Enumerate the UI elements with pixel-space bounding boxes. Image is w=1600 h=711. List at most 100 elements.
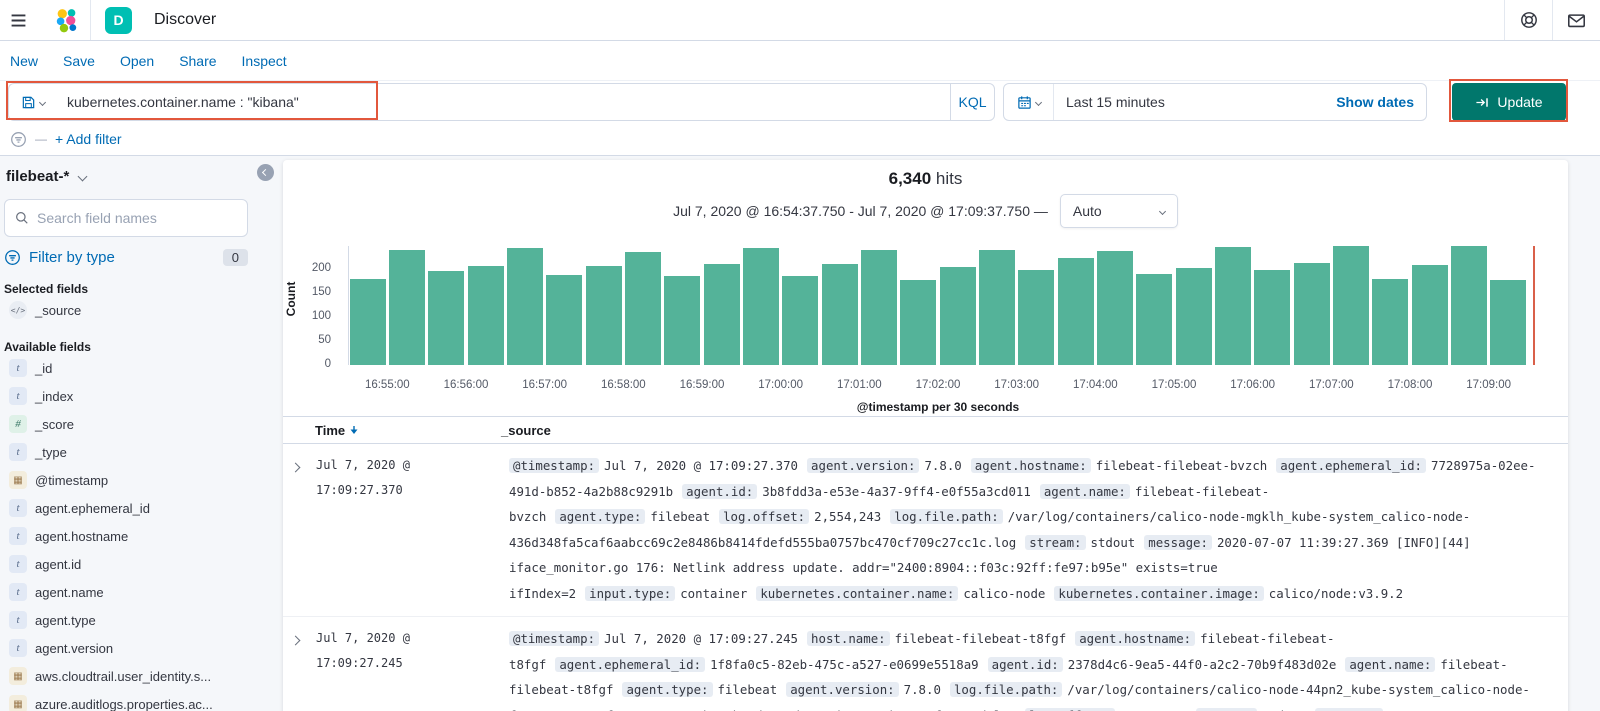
- field-list-item[interactable]: t agent.id: [4, 550, 248, 578]
- histogram-bar[interactable]: [1175, 268, 1212, 365]
- histogram-bar[interactable]: [1136, 273, 1173, 365]
- histogram-bar[interactable]: [1293, 263, 1330, 365]
- interval-select[interactable]: Auto: [1059, 194, 1178, 228]
- field-key-badge: agent.name:: [1345, 656, 1436, 672]
- date-quick-select-button[interactable]: [1004, 84, 1054, 120]
- histogram-bar[interactable]: [821, 264, 858, 365]
- field-key-badge: message:: [1144, 534, 1212, 550]
- menu-hamburger-icon[interactable]: [0, 12, 39, 29]
- update-button[interactable]: Update: [1452, 83, 1566, 121]
- histogram-bar[interactable]: [1490, 279, 1527, 365]
- histogram-bar[interactable]: [467, 265, 504, 365]
- field-search-input[interactable]: [37, 210, 237, 226]
- histogram-bar[interactable]: [703, 264, 740, 365]
- field-list-item[interactable]: ▦ aws.cloudtrail.user_identity.s...: [4, 662, 248, 690]
- histogram-bar[interactable]: [1411, 265, 1448, 365]
- index-pattern-selector[interactable]: filebeat-*: [4, 168, 248, 185]
- filter-icon[interactable]: [10, 131, 27, 148]
- field-name: agent.version: [35, 640, 114, 656]
- histogram-bar[interactable]: [585, 265, 622, 365]
- show-dates-link[interactable]: Show dates: [1336, 94, 1426, 110]
- histogram-bar[interactable]: [1096, 250, 1134, 365]
- field-key-badge: log.offset:: [1025, 707, 1116, 711]
- new-button[interactable]: New: [10, 53, 38, 69]
- histogram-bar[interactable]: [1332, 246, 1370, 365]
- date-picker-group: Last 15 minutes Show dates: [1003, 83, 1427, 121]
- expand-row-button[interactable]: [290, 626, 308, 711]
- date-field-icon: ▦: [9, 667, 27, 685]
- inspect-button[interactable]: Inspect: [242, 53, 287, 69]
- field-list-item[interactable]: t agent.ephemeral_id: [4, 494, 248, 522]
- divider: —: [35, 132, 47, 146]
- histogram-bar[interactable]: [664, 275, 701, 365]
- field-list-item[interactable]: t agent.name: [4, 578, 248, 606]
- query-language-kql-button[interactable]: KQL: [950, 84, 994, 120]
- field-value: container: [680, 585, 748, 601]
- histogram-bar[interactable]: [624, 252, 662, 365]
- histogram-bar[interactable]: [349, 278, 386, 365]
- field-value: filebeat: [717, 682, 778, 697]
- saved-query-menu-button[interactable]: [9, 84, 57, 120]
- histogram-bar[interactable]: [1450, 246, 1488, 365]
- field-list-item[interactable]: # _score: [4, 410, 248, 438]
- field-value: 2,554,243: [814, 509, 882, 524]
- field-name: _index: [35, 388, 74, 404]
- field-name: _type: [35, 444, 67, 460]
- field-key-badge: agent.version:: [786, 682, 899, 697]
- histogram-bar[interactable]: [860, 249, 898, 365]
- x-axis-tick-label: 17:01:00: [836, 379, 882, 391]
- histogram-bar[interactable]: [978, 249, 1016, 365]
- histogram-bar[interactable]: [782, 276, 819, 365]
- save-button[interactable]: Save: [63, 53, 95, 69]
- histogram-bar[interactable]: [1254, 270, 1291, 365]
- x-axis-title: @timestamp per 30 seconds: [856, 400, 1020, 414]
- newsfeed-button[interactable]: [1552, 0, 1600, 40]
- elastic-logo-icon[interactable]: [53, 7, 80, 34]
- discover-main-panel: 6,340 hits Jul 7, 2020 @ 16:54:37.750 - …: [283, 160, 1568, 711]
- time-range-value[interactable]: Last 15 minutes: [1054, 94, 1336, 110]
- discover-app-badge[interactable]: D: [105, 6, 132, 34]
- open-button[interactable]: Open: [120, 53, 154, 69]
- search-query-input[interactable]: [57, 84, 950, 120]
- expand-row-button[interactable]: [290, 453, 308, 606]
- histogram-bar[interactable]: [1372, 278, 1409, 365]
- add-filter-link[interactable]: + Add filter: [55, 131, 122, 147]
- histogram-bar[interactable]: [1057, 258, 1094, 365]
- share-button[interactable]: Share: [179, 53, 216, 69]
- floppy-save-icon: [22, 96, 35, 108]
- field-value: 2378d4c6-9ea5-44f0-a2c2-70b9f483d02e: [1067, 656, 1337, 672]
- field-list-item[interactable]: t _index: [4, 382, 248, 410]
- histogram-plot-area[interactable]: [348, 246, 1535, 365]
- field-list-item[interactable]: t agent.type: [4, 606, 248, 634]
- field-value: filebeat-filebeat-bvzch: [1095, 458, 1268, 473]
- histogram-bar[interactable]: [388, 249, 426, 365]
- time-column-header[interactable]: Time: [315, 423, 501, 438]
- field-key-badge: kubernetes.container.name:: [756, 585, 959, 601]
- help-button[interactable]: [1504, 0, 1552, 40]
- field-list-item[interactable]: ▦ azure.auditlogs.properties.ac...: [4, 690, 248, 711]
- field-list-item[interactable]: </> _source: [4, 296, 248, 324]
- field-key-badge: agent.id:: [987, 656, 1063, 672]
- collapse-sidebar-button[interactable]: [257, 164, 274, 181]
- field-key-badge: log.offset:: [719, 509, 810, 524]
- field-list-item[interactable]: t _id: [4, 354, 248, 382]
- field-list-item[interactable]: t agent.version: [4, 634, 248, 662]
- histogram-bar[interactable]: [1214, 247, 1252, 365]
- histogram-bar[interactable]: [939, 266, 976, 365]
- histogram-bar[interactable]: [506, 248, 544, 365]
- field-list-item[interactable]: t _type: [4, 438, 248, 466]
- field-key-badge: agent.ephemeral_id:: [1276, 458, 1427, 473]
- histogram-bar[interactable]: [1018, 270, 1055, 365]
- histogram-bar[interactable]: [742, 248, 780, 365]
- chevron-right-icon: [290, 635, 301, 646]
- field-list-item[interactable]: ▦ @timestamp: [4, 466, 248, 494]
- filter-bar: — + Add filter: [0, 123, 1600, 156]
- histogram-bar[interactable]: [428, 271, 465, 365]
- histogram-bar[interactable]: [900, 279, 937, 365]
- filter-by-type-link[interactable]: Filter by type: [29, 249, 115, 266]
- histogram-bar[interactable]: [546, 275, 583, 365]
- field-list-item[interactable]: t agent.hostname: [4, 522, 248, 550]
- field-key-badge: log.file.path:: [890, 509, 1003, 524]
- search-icon: [16, 212, 28, 224]
- field-value: 1f8fa0c5-82eb-475c-a527-e0699e5518a9: [710, 656, 979, 672]
